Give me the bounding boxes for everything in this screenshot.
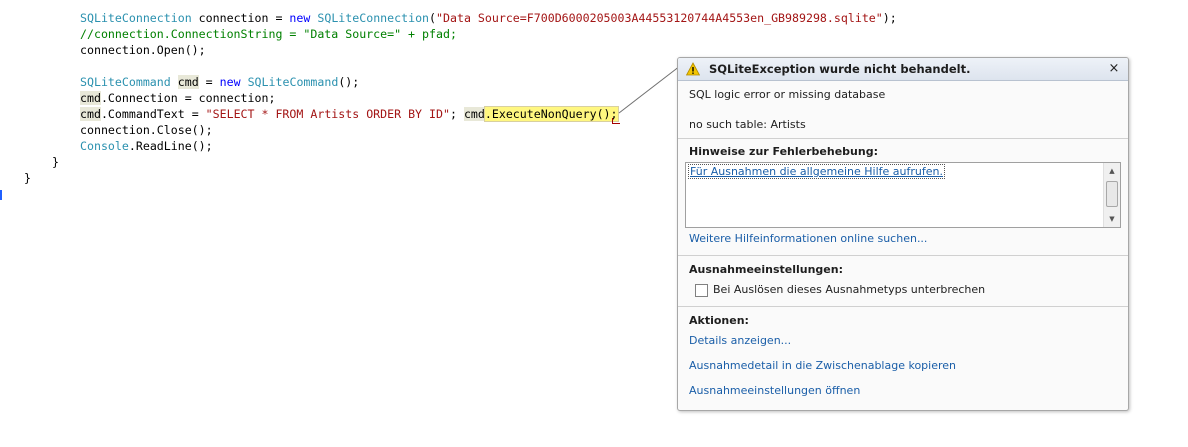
exception-assistant: SQLiteException wurde nicht behandelt. ×… [677,57,1129,411]
exception-detail: no such table: Artists [689,118,806,131]
break-on-exception-checkbox[interactable] [695,284,708,297]
close-icon[interactable]: × [1106,60,1122,78]
exception-title: SQLiteException wurde nicht behandelt. [709,62,971,76]
hints-scrollbar[interactable]: ▲ ▼ [1103,163,1120,227]
divider [678,138,1128,139]
break-on-exception-label[interactable]: Bei Auslösen dieses Ausnahmetyps unterbr… [713,283,985,296]
divider [678,255,1128,256]
exception-message: SQL logic error or missing database [689,88,886,101]
settings-heading: Ausnahmeeinstellungen: [689,263,843,276]
scroll-thumb[interactable] [1106,181,1118,207]
online-help-link[interactable]: Weitere Hilfeinformationen online suchen… [689,232,927,245]
open-exception-settings-link[interactable]: Ausnahmeeinstellungen öffnen [689,384,860,397]
scroll-down-arrow-icon[interactable]: ▼ [1104,212,1120,226]
hints-list[interactable]: Für Ausnahmen die allgemeine Hilfe aufru… [685,162,1121,228]
actions-heading: Aktionen: [689,314,749,327]
divider [678,306,1128,307]
hints-heading: Hinweise zur Fehlerbehebung: [689,145,878,158]
general-help-link[interactable]: Für Ausnahmen die allgemeine Hilfe aufru… [688,164,945,179]
warning-icon [686,62,700,76]
scroll-up-arrow-icon[interactable]: ▲ [1104,164,1120,178]
copy-exception-detail-link[interactable]: Ausnahmedetail in die Zwischenablage kop… [689,359,956,372]
view-details-link[interactable]: Details anzeigen... [689,334,791,347]
exception-header: SQLiteException wurde nicht behandelt. × [678,58,1128,81]
